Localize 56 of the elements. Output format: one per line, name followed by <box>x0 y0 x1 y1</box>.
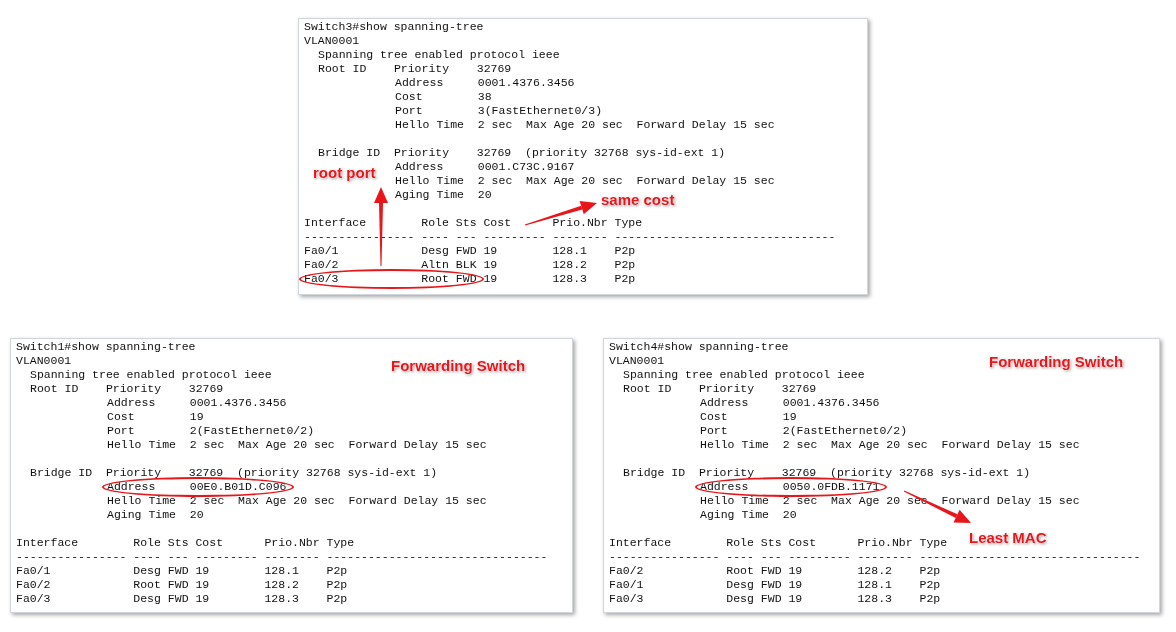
terminal-line: VLAN0001 <box>609 354 665 368</box>
terminal-line: Hello Time 2 sec Max Age 20 sec Forward Delay 15 sec <box>700 438 1080 452</box>
terminal-line: Interface Role Sts Cost Prio.Nbr Type <box>304 216 643 230</box>
terminal-line: ---------------- ---- --- --------- -------- -------------------------------- <box>304 230 836 244</box>
annotation-label: Least MAC <box>969 529 1047 547</box>
terminal-line: Switch4#show spanning-tree <box>609 340 789 354</box>
terminal-line: Aging Time 20 <box>395 188 492 202</box>
terminal-line: Address 0001.4376.3456 <box>700 396 880 410</box>
terminal-line: Bridge ID Priority 32769 (priority 32768 sys-id-ext 1) <box>30 466 438 480</box>
terminal-line: Interface Role Sts Cost Prio.Nbr Type <box>16 536 355 550</box>
annotation-label: Forwarding Switch <box>391 357 526 375</box>
terminal-line: Address 00E0.B01D.C096 <box>107 480 287 494</box>
terminal-line: Spanning tree enabled protocol ieee <box>30 368 272 382</box>
terminal-line: Hello Time 2 sec Max Age 20 sec Forward Delay 15 sec <box>107 438 487 452</box>
terminal-line: Hello Time 2 sec Max Age 20 sec Forward Delay 15 sec <box>395 174 775 188</box>
terminal-line: Aging Time 20 <box>700 508 797 522</box>
terminal-line: Interface Role Sts Cost Prio.Nbr Type <box>609 536 948 550</box>
terminal-line: Fa0/3 Root FWD 19 128.3 P2p <box>304 272 636 286</box>
terminal-line: Bridge ID Priority 32769 (priority 32768 sys-id-ext 1) <box>623 466 1031 480</box>
terminal-line: Bridge ID Priority 32769 (priority 32768 sys-id-ext 1) <box>318 146 726 160</box>
annotation-label: Forwarding Switch <box>989 353 1124 371</box>
terminal-line: Switch3#show spanning-tree <box>304 20 484 34</box>
terminal-line: Port 2(FastEthernet0/2) <box>107 424 315 438</box>
annotation-label: same cost <box>601 191 675 209</box>
terminal-line: VLAN0001 <box>16 354 72 368</box>
terminal-line: Port 2(FastEthernet0/2) <box>700 424 908 438</box>
terminal-line: Fa0/2 Root FWD 19 128.2 P2p <box>609 564 941 578</box>
terminal-line: Hello Time 2 sec Max Age 20 sec Forward Delay 15 sec <box>107 494 487 508</box>
terminal-line: ---------------- ---- --- --------- -------- -------------------------------- <box>609 550 1141 564</box>
terminal-line: Fa0/1 Desg FWD 19 128.1 P2p <box>609 578 941 592</box>
terminal-line: Fa0/2 Altn BLK 19 128.2 P2p <box>304 258 636 272</box>
terminal-line: Address 0001.4376.3456 <box>395 76 575 90</box>
terminal-line: Fa0/1 Desg FWD 19 128.1 P2p <box>304 244 636 258</box>
terminal-line: Cost 38 <box>395 90 492 104</box>
terminal-line: Root ID Priority 32769 <box>623 382 817 396</box>
terminal-line: Fa0/3 Desg FWD 19 128.3 P2p <box>609 592 941 606</box>
terminal-line: Address 0001.C73C.9167 <box>395 160 575 174</box>
terminal-line: Address 0050.0FDB.1171 <box>700 480 880 494</box>
terminal-line: Hello Time 2 sec Max Age 20 sec Forward Delay 15 sec <box>700 494 1080 508</box>
terminal-line: Address 0001.4376.3456 <box>107 396 287 410</box>
terminal-line: Root ID Priority 32769 <box>318 62 512 76</box>
terminal-line: Fa0/2 Root FWD 19 128.2 P2p <box>16 578 348 592</box>
terminal-line: Cost 19 <box>700 410 797 424</box>
terminal-line: Cost 19 <box>107 410 204 424</box>
terminal-line: Aging Time 20 <box>107 508 204 522</box>
terminal-line: VLAN0001 <box>304 34 360 48</box>
annotation-label: root port <box>313 164 376 182</box>
terminal-line: Switch1#show spanning-tree <box>16 340 196 354</box>
terminal-line: Fa0/3 Desg FWD 19 128.3 P2p <box>16 592 348 606</box>
terminal-line: Root ID Priority 32769 <box>30 382 224 396</box>
terminal-line: Spanning tree enabled protocol ieee <box>318 48 560 62</box>
terminal-line: Hello Time 2 sec Max Age 20 sec Forward Delay 15 sec <box>395 118 775 132</box>
terminal-line: Port 3(FastEthernet0/3) <box>395 104 603 118</box>
terminal-line: ---------------- ---- --- --------- -------- -------------------------------- <box>16 550 548 564</box>
terminal-line: Spanning tree enabled protocol ieee <box>623 368 865 382</box>
terminal-line: Fa0/1 Desg FWD 19 128.1 P2p <box>16 564 348 578</box>
